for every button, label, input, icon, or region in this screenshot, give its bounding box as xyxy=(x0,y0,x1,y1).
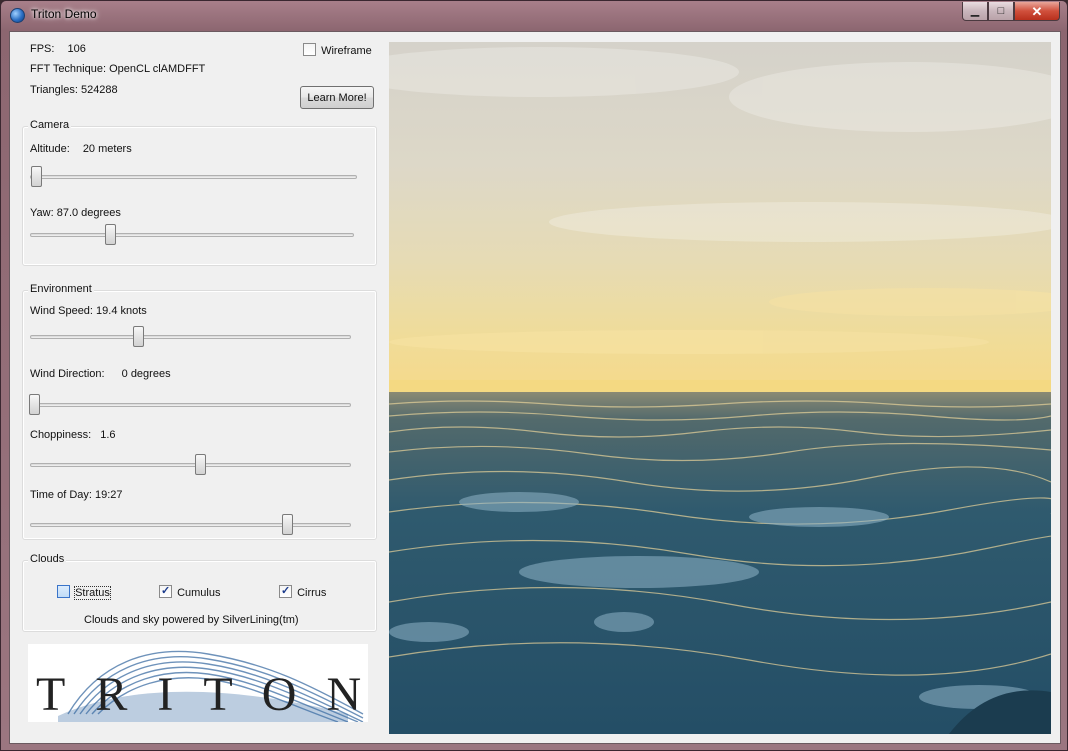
wind-direction-slider-thumb[interactable] xyxy=(29,394,40,415)
triangles-label: Triangles: xyxy=(30,84,78,96)
yaw-label: Yaw: xyxy=(30,207,54,219)
triangles-value: 524288 xyxy=(80,84,118,96)
camera-group: Camera Altitude: 20 meters Yaw: 87.0 deg… xyxy=(22,119,377,266)
ocean-3d-viewport[interactable] xyxy=(389,42,1051,734)
wireframe-toggle[interactable]: Wireframe xyxy=(303,43,372,57)
clouds-group-title: Clouds xyxy=(28,553,67,565)
cumulus-label: Cumulus xyxy=(177,587,221,599)
stratus-toggle[interactable]: Stratus xyxy=(57,585,111,600)
wireframe-checkbox[interactable] xyxy=(303,43,316,56)
wind-direction-label: Wind Direction: xyxy=(30,368,105,380)
choppiness-value: 1.6 xyxy=(100,429,116,441)
altitude-slider-track[interactable] xyxy=(30,175,357,179)
fps-value: 106 xyxy=(67,43,86,55)
time-of-day-slider-track[interactable] xyxy=(30,523,351,527)
cumulus-toggle[interactable]: Cumulus xyxy=(159,584,221,599)
wind-direction-slider-track[interactable] xyxy=(30,403,351,407)
window-title: Triton Demo xyxy=(31,7,97,21)
client-area: FPS: 106 FFT Technique: OpenCL clAMDFFT … xyxy=(9,31,1061,744)
triangles-row: Triangles: 524288 xyxy=(30,84,118,96)
environment-group-title: Environment xyxy=(28,283,94,295)
time-of-day-slider-thumb[interactable] xyxy=(282,514,293,535)
stratus-checkbox[interactable] xyxy=(57,585,70,598)
choppiness-slider-thumb[interactable] xyxy=(195,454,206,475)
title-bar[interactable]: Triton Demo ▁ □ ✕ xyxy=(1,1,1067,29)
cirrus-toggle[interactable]: Cirrus xyxy=(279,584,327,599)
close-icon: ✕ xyxy=(1031,3,1043,19)
fps-label: FPS: xyxy=(30,43,55,55)
app-window: Triton Demo ▁ □ ✕ FPS: 106 FFT Technique… xyxy=(0,0,1068,751)
wind-direction-value: 0 degrees xyxy=(121,368,171,380)
wireframe-label: Wireframe xyxy=(321,45,372,57)
wind-speed-row: Wind Speed: 19.4 knots xyxy=(30,305,147,317)
altitude-slider-thumb[interactable] xyxy=(31,166,42,187)
choppiness-row: Choppiness: 1.6 xyxy=(30,429,116,441)
cirrus-checkbox[interactable] xyxy=(279,584,292,598)
cumulus-checkbox[interactable] xyxy=(159,584,172,598)
environment-group: Environment Wind Speed: 19.4 knots Wind … xyxy=(22,283,377,540)
altitude-value: 20 meters xyxy=(82,143,132,155)
time-of-day-row: Time of Day: 19:27 xyxy=(30,489,123,501)
camera-group-title: Camera xyxy=(28,119,72,131)
wind-speed-slider-thumb[interactable] xyxy=(133,326,144,347)
minimize-icon: ▁ xyxy=(970,4,980,17)
clouds-group: Clouds Stratus Cumulus Cirrus Clouds and… xyxy=(22,553,377,632)
caption-buttons: ▁ □ ✕ xyxy=(962,2,1060,22)
triton-logo-graphic: TRITON xyxy=(36,650,368,722)
stratus-label: Stratus xyxy=(74,586,111,600)
fft-value: OpenCL clAMDFFT xyxy=(109,63,206,75)
fft-label: FFT Technique: xyxy=(30,63,107,75)
time-of-day-label: Time of Day: xyxy=(30,489,92,501)
triton-logo: TRITON xyxy=(28,644,368,722)
close-button[interactable]: ✕ xyxy=(1014,2,1060,21)
ocean-scene xyxy=(389,42,1051,734)
learn-more-button[interactable]: Learn More! xyxy=(300,86,374,109)
fft-row: FFT Technique: OpenCL clAMDFFT xyxy=(30,63,205,75)
yaw-slider-track[interactable] xyxy=(30,233,354,237)
maximize-icon: □ xyxy=(997,4,1005,17)
choppiness-slider-track[interactable] xyxy=(30,463,351,467)
cirrus-label: Cirrus xyxy=(297,587,327,599)
yaw-slider-thumb[interactable] xyxy=(105,224,116,245)
wind-speed-value: 19.4 knots xyxy=(96,305,147,317)
maximize-button[interactable]: □ xyxy=(988,2,1014,21)
time-of-day-value: 19:27 xyxy=(95,489,123,501)
yaw-value: 87.0 degrees xyxy=(56,207,121,219)
wind-speed-slider-track[interactable] xyxy=(30,335,351,339)
yaw-row: Yaw: 87.0 degrees xyxy=(30,207,121,219)
choppiness-label: Choppiness: xyxy=(30,429,92,441)
minimize-button[interactable]: ▁ xyxy=(962,2,988,21)
fps-row: FPS: 106 xyxy=(30,43,86,55)
app-icon xyxy=(10,8,25,23)
wind-speed-label: Wind Speed: xyxy=(30,305,93,317)
powered-by-text: Clouds and sky powered by SilverLining(t… xyxy=(84,614,299,626)
altitude-row: Altitude: 20 meters xyxy=(30,143,132,155)
logo-text: TRITON xyxy=(36,668,368,721)
altitude-label: Altitude: xyxy=(30,143,70,155)
wind-direction-row: Wind Direction: 0 degrees xyxy=(30,368,171,380)
